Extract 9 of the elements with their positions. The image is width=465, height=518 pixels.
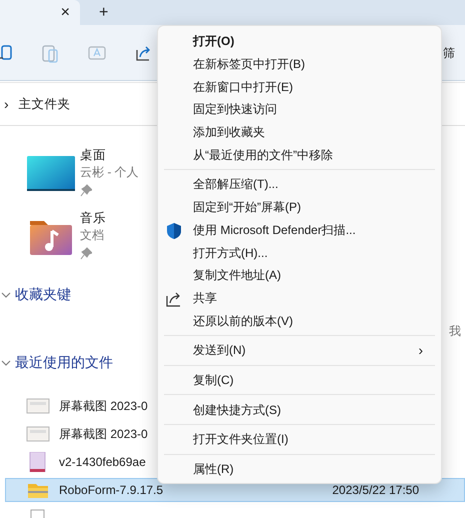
submenu-arrow-icon: › (418, 340, 423, 361)
item-location: 云彬 - 个人 (80, 164, 139, 181)
file-name: 屏幕截图 2023-0 (59, 426, 148, 443)
file-date: 2023/5/22 17:50 (332, 482, 419, 499)
empty-note: 我 (449, 323, 461, 340)
file-name: 屏幕截图 2023-0 (59, 398, 148, 415)
file-name: v2-1430feb69ae (59, 454, 146, 471)
file-name: RoboForm-7.9.17.5 (59, 482, 164, 499)
item-location: 文档 (80, 227, 105, 244)
